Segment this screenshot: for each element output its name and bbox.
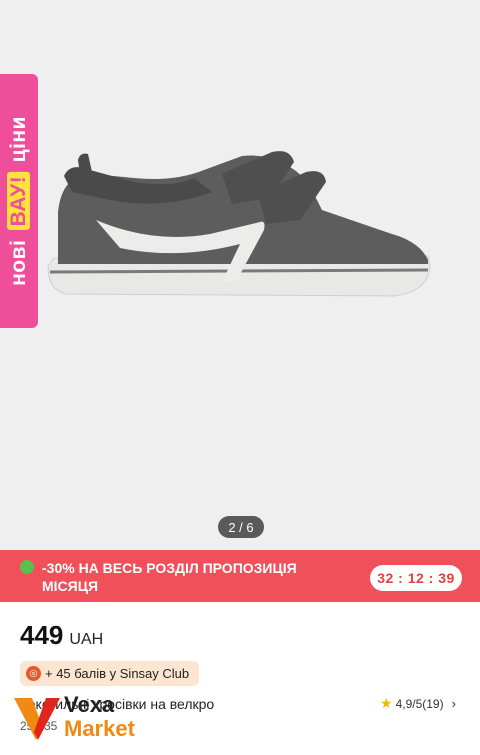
promo-text: -30% НА ВЕСЬ РОЗДІЛ ПРОПОЗИЦІЯ МІСЯЦЯ [42,560,297,594]
gallery-pager: 2 / 6 [218,516,264,538]
price-amount: 449 [20,620,64,650]
price: 449 UAH [20,620,103,651]
badge-text-new: нові [7,239,30,286]
watermark-market: Market [64,716,135,741]
promo-dot-icon [20,560,34,574]
club-points-text: + 45 балів у Sinsay Club [45,666,190,681]
product-gallery[interactable]: нові ВАУ! ціни 2 / 6 [0,0,480,550]
new-prices-badge[interactable]: нові ВАУ! ціни [0,74,38,328]
club-points-badge[interactable]: ◎ + 45 балів у Sinsay Club [20,661,200,686]
rating-link[interactable]: ★ 4,9/5(19) › [380,695,456,712]
watermark-logo: Vexa Market [12,692,172,748]
product-page: нові ВАУ! ціни 2 / 6 -30% НА ВЕСЬ РОЗДІЛ… [0,0,480,755]
star-icon: ★ [380,695,393,711]
chevron-right-icon: › [451,696,456,711]
promo-timer: 32 : 12 : 39 [370,565,462,591]
watermark-vexa: Vexa [64,692,115,717]
vexa-logo-icon [14,698,60,740]
price-currency: UAH [69,631,104,648]
badge-text-wow: ВАУ! [7,171,30,231]
rating-value: 4,9/5(19) [395,696,444,711]
coin-icon: ◎ [26,666,41,681]
product-image [47,151,431,297]
badge-text-prices: ціни [7,116,30,163]
